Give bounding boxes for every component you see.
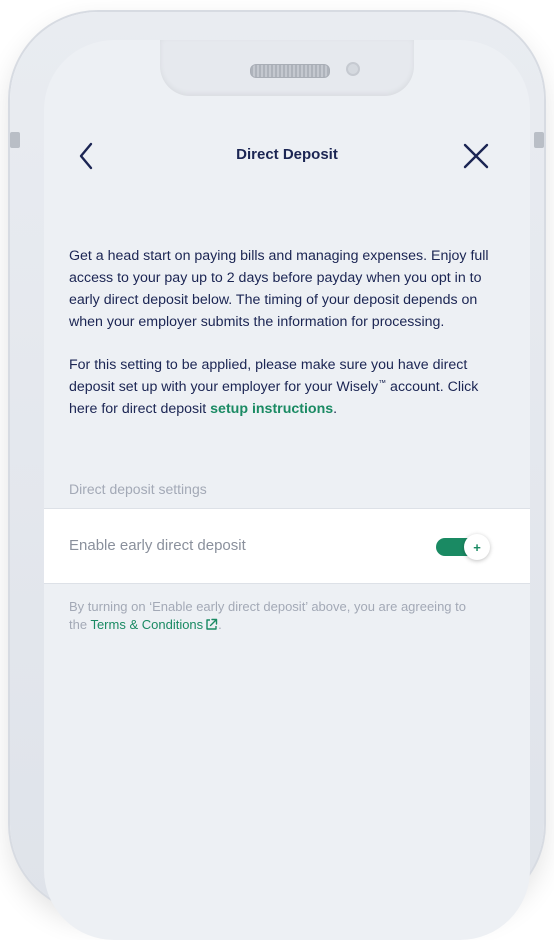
description-paragraph-2: For this setting to be applied, please m… [69,354,491,420]
external-link-icon [206,618,218,630]
description-content: Get a head start on paying bills and man… [69,245,491,441]
paragraph-2-end: . [333,401,338,417]
setup-instructions-link[interactable]: setup instructions [210,401,333,417]
app-screen: Direct Deposit Get a head start on payin… [44,40,530,940]
early-deposit-label: Enable early direct deposit [69,537,246,554]
trademark-symbol: ™ [378,378,387,388]
terms-conditions-label: Terms & Conditions [90,617,204,632]
side-button-left [10,132,20,148]
early-deposit-toggle[interactable]: + [434,534,496,560]
footnote-end: . [218,617,222,632]
section-label: Direct deposit settings [69,481,207,497]
close-icon [463,143,489,169]
terms-conditions-link[interactable]: Terms & Conditions [90,617,218,632]
description-paragraph-1: Get a head start on paying bills and man… [69,248,489,330]
plus-icon: + [473,539,481,555]
toggle-knob: + [464,534,490,560]
early-deposit-setting-row: Enable early direct deposit + [44,508,530,584]
speaker-grille [250,64,330,78]
phone-frame: Direct Deposit Get a head start on payin… [10,12,544,940]
side-button-right [534,132,544,148]
close-button[interactable] [456,136,496,176]
front-camera [346,62,360,76]
terms-footnote: By turning on ‘Enable early direct depos… [69,598,479,634]
header-bar: Direct Deposit [44,136,530,176]
phone-notch [160,40,414,96]
